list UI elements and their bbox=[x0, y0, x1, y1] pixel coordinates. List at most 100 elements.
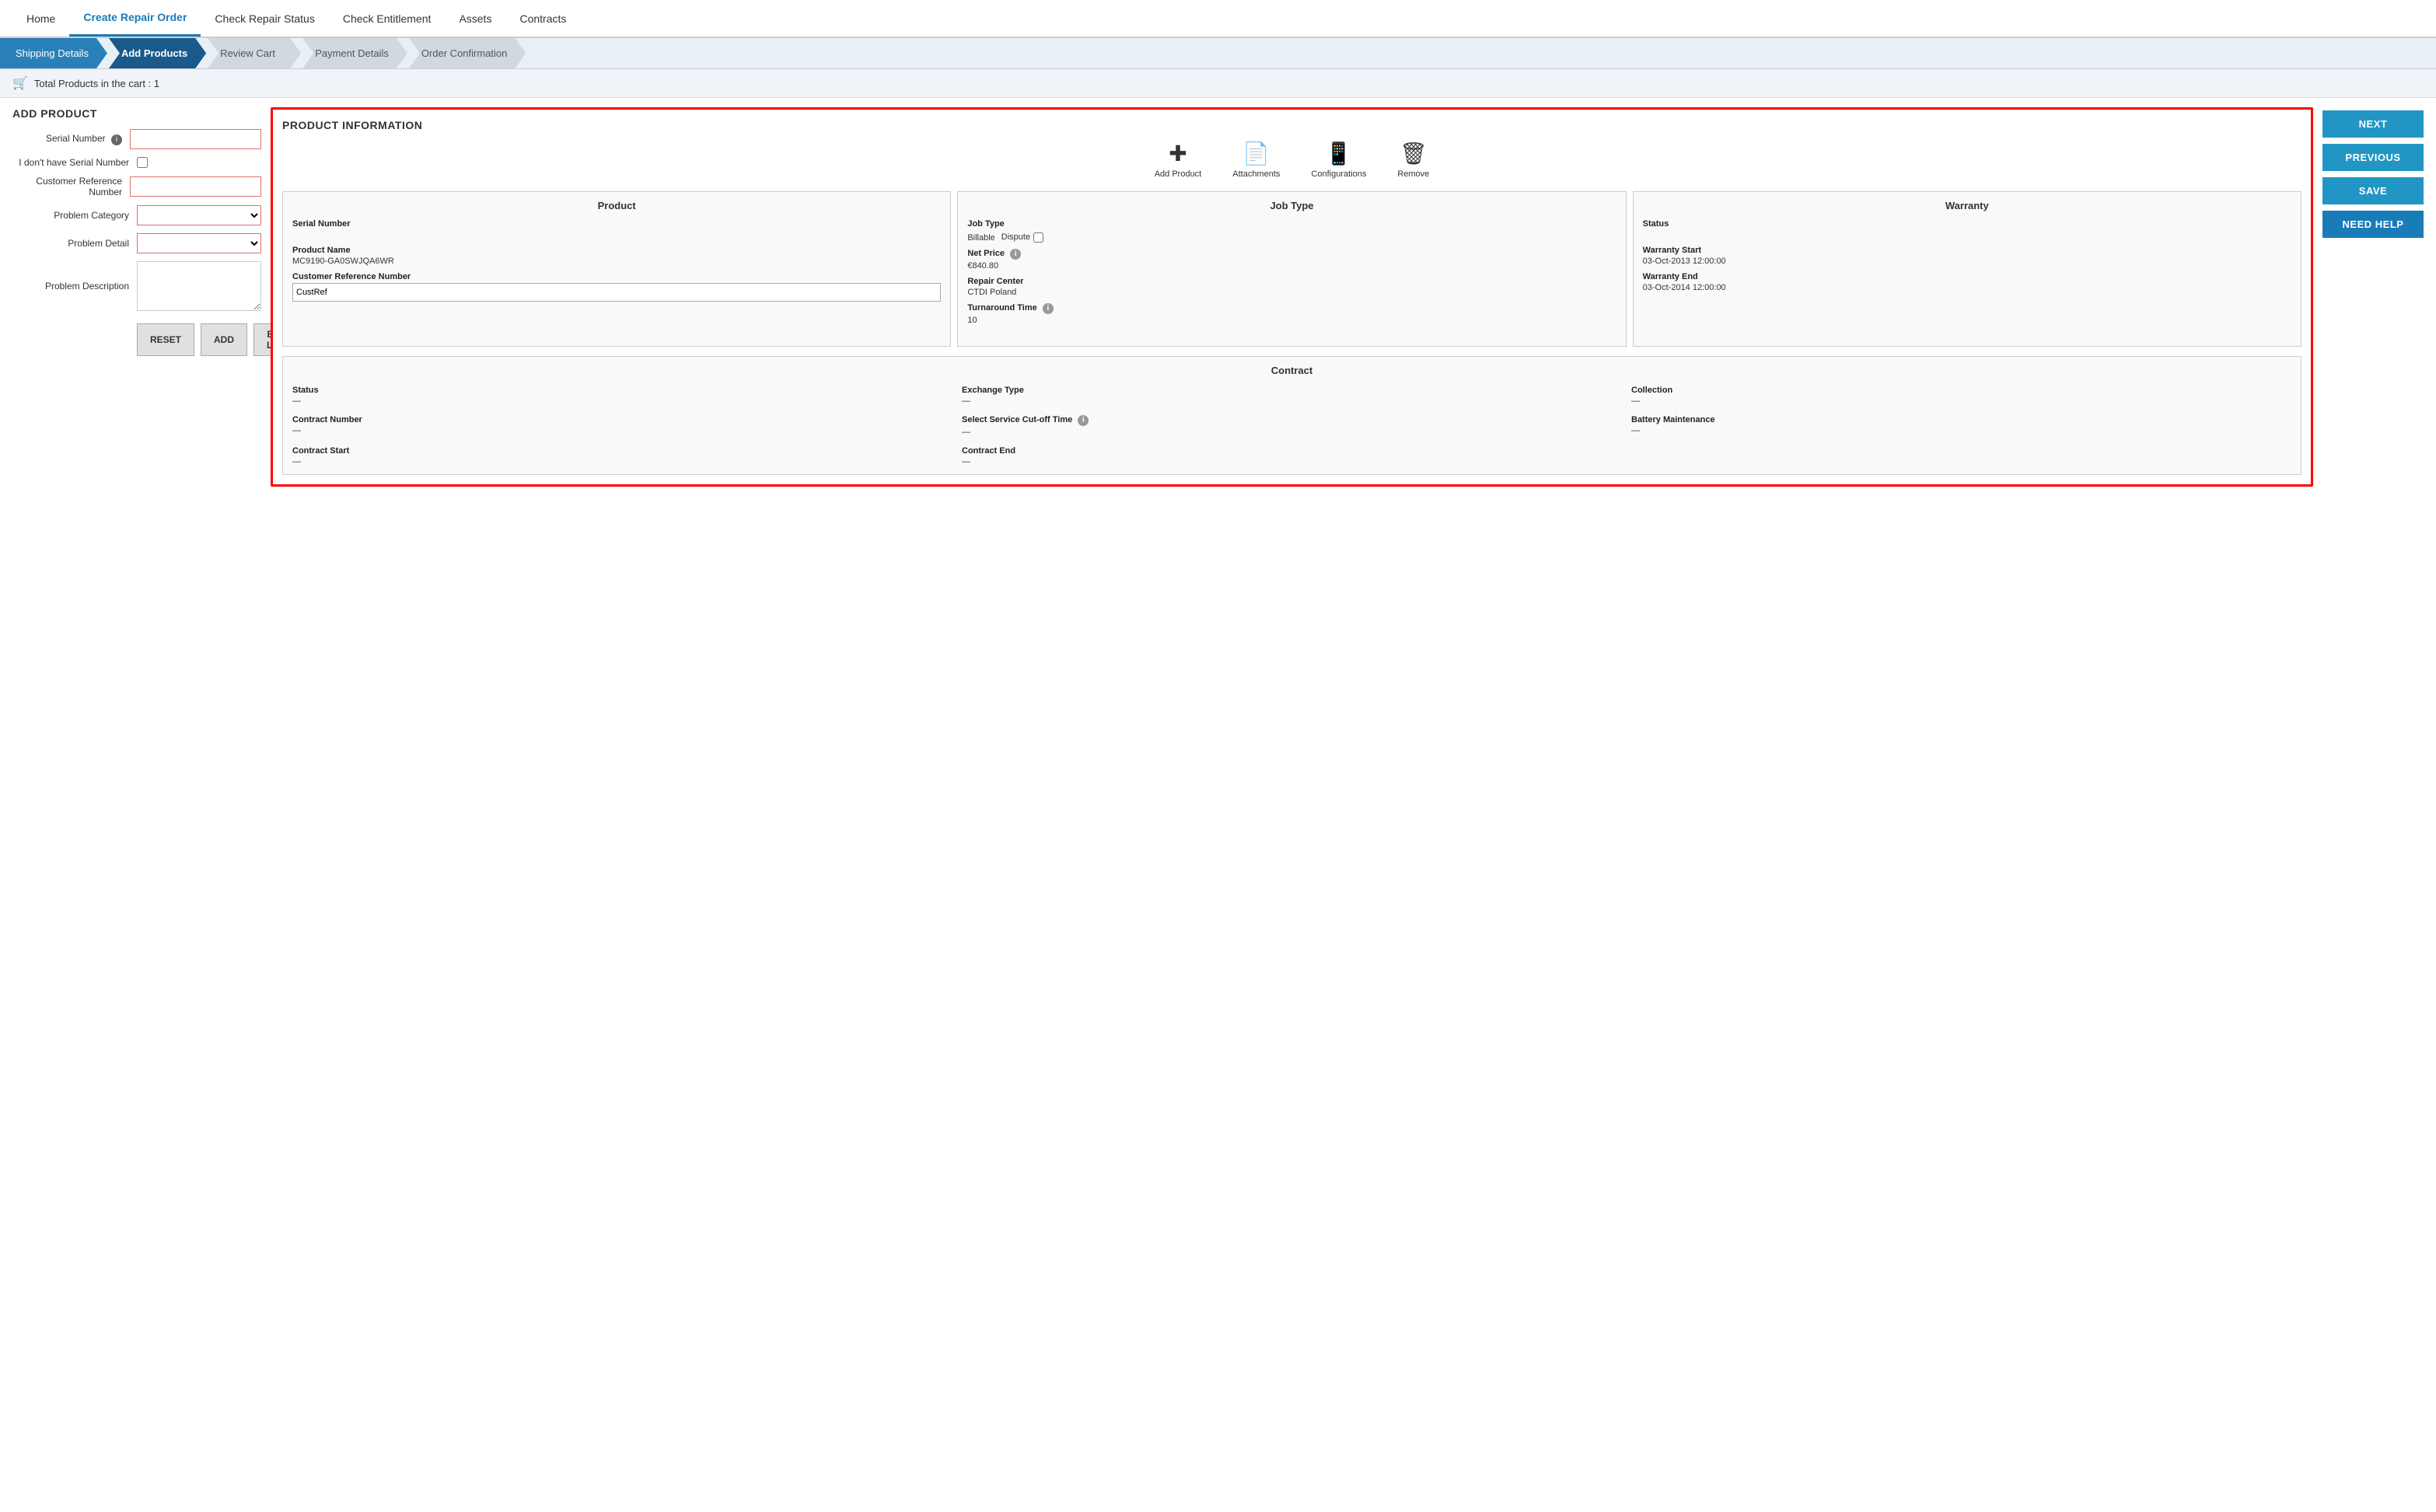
warranty-card-title: Warranty bbox=[1643, 200, 2291, 211]
attachments-action[interactable]: 📄 Attachments bbox=[1232, 141, 1280, 179]
turnaround-info-icon[interactable]: i bbox=[1043, 303, 1054, 314]
problem-category-select[interactable] bbox=[137, 205, 261, 225]
customer-ref-input[interactable] bbox=[130, 176, 261, 197]
job-type-value: Billable bbox=[967, 233, 994, 243]
cart-bar: 🛒 Total Products in the cart : 1 bbox=[0, 69, 2436, 98]
contract-collection-value: — bbox=[1631, 396, 2291, 406]
add-product-action-label: Add Product bbox=[1155, 169, 1202, 179]
problem-category-row: Problem Category bbox=[12, 205, 261, 225]
dispute-checkbox-row: Dispute bbox=[1001, 232, 1043, 243]
nav-check-repair-status[interactable]: Check Repair Status bbox=[201, 2, 328, 36]
save-button[interactable]: SAVE bbox=[2322, 177, 2424, 204]
configurations-action-label: Configurations bbox=[1311, 169, 1366, 179]
reset-button[interactable]: RESET bbox=[137, 323, 194, 356]
contract-grid: Status — Exchange Type — Collection — Co… bbox=[292, 386, 2291, 466]
next-button[interactable]: NEXT bbox=[2322, 110, 2424, 138]
step-shipping-details[interactable]: Shipping Details bbox=[0, 38, 107, 68]
contract-start-name: Contract Start bbox=[292, 446, 952, 456]
product-info-title: PRODUCT INFORMATION bbox=[282, 119, 2301, 131]
configurations-action[interactable]: 📱 Configurations bbox=[1311, 141, 1366, 179]
top-navigation: Home Create Repair Order Check Repair St… bbox=[0, 0, 2436, 38]
nav-assets[interactable]: Assets bbox=[445, 2, 505, 36]
add-product-icon: ✚ bbox=[1169, 141, 1187, 166]
contract-number-name: Contract Number bbox=[292, 415, 952, 424]
contract-battery-maintenance-field: Battery Maintenance — bbox=[1631, 415, 2291, 437]
net-price-field-value: €840.80 bbox=[967, 261, 1616, 271]
attachments-icon: 📄 bbox=[1242, 141, 1270, 166]
problem-description-row: Problem Description bbox=[12, 261, 261, 311]
warranty-end-field-name: Warranty End bbox=[1643, 272, 2291, 281]
remove-action[interactable]: 🗑 Remove bbox=[1397, 141, 1429, 179]
job-type-card: Job Type Job Type Billable Dispute Net P… bbox=[957, 191, 1626, 347]
contract-status-value: — bbox=[292, 396, 952, 406]
customer-ref-field-name: Customer Reference Number bbox=[292, 272, 941, 281]
job-type-row: Billable Dispute bbox=[967, 232, 1616, 243]
right-action-panel: NEXT PREVIOUS SAVE NEED HELP bbox=[2322, 107, 2424, 487]
contract-section: Contract Status — Exchange Type — Collec… bbox=[282, 356, 2301, 475]
need-help-button[interactable]: NEED HELP bbox=[2322, 211, 2424, 238]
contract-collection-name: Collection bbox=[1631, 386, 2291, 395]
add-button[interactable]: ADD bbox=[201, 323, 247, 356]
contract-start-field: Contract Start — bbox=[292, 446, 952, 466]
contract-start-value: — bbox=[292, 457, 952, 466]
step-payment-details[interactable]: Payment Details bbox=[302, 38, 407, 68]
problem-detail-row: Problem Detail bbox=[12, 233, 261, 253]
product-card-title: Product bbox=[292, 200, 941, 211]
contract-number-value: — bbox=[292, 426, 952, 435]
nav-home[interactable]: Home bbox=[12, 2, 69, 36]
serial-number-field-name: Serial Number bbox=[292, 219, 941, 229]
attachments-action-label: Attachments bbox=[1232, 169, 1280, 179]
net-price-field-name: Net Price i bbox=[967, 249, 1616, 260]
contract-end-name: Contract End bbox=[962, 446, 1622, 456]
problem-description-textarea[interactable] bbox=[137, 261, 261, 311]
nav-check-entitlement[interactable]: Check Entitlement bbox=[329, 2, 446, 36]
add-product-action[interactable]: ✚ Add Product bbox=[1155, 141, 1202, 179]
repair-center-field-value: CTDI Poland bbox=[967, 288, 1616, 297]
product-action-icons: ✚ Add Product 📄 Attachments 📱 Configurat… bbox=[282, 141, 2301, 179]
action-buttons: RESET ADD BULK LOAD bbox=[12, 323, 261, 356]
add-product-title: ADD PRODUCT bbox=[12, 107, 261, 120]
info-cards-grid: Product Serial Number Product Name MC919… bbox=[282, 191, 2301, 347]
problem-detail-select[interactable] bbox=[137, 233, 261, 253]
repair-center-field-name: Repair Center bbox=[967, 277, 1616, 286]
serial-number-info-icon[interactable]: i bbox=[111, 134, 122, 145]
job-type-field-name: Job Type bbox=[967, 219, 1616, 229]
serial-number-label: Serial Number i bbox=[12, 133, 130, 145]
serial-number-field-value bbox=[292, 230, 941, 239]
product-card: Product Serial Number Product Name MC919… bbox=[282, 191, 951, 347]
warranty-end-field-value: 03-Oct-2014 12:00:00 bbox=[1643, 283, 2291, 292]
product-name-field-value: MC9190-GA0SWJQA6WR bbox=[292, 257, 941, 266]
contract-battery-maintenance-value: — bbox=[1631, 426, 2291, 435]
contract-collection-field: Collection — bbox=[1631, 386, 2291, 406]
service-cutoff-info-icon[interactable]: i bbox=[1078, 415, 1089, 426]
no-serial-label: I don't have Serial Number bbox=[12, 157, 137, 168]
nav-create-repair-order[interactable]: Create Repair Order bbox=[69, 0, 201, 37]
cart-icon: 🛒 bbox=[12, 75, 28, 91]
warranty-card: Warranty Status Warranty Start 03-Oct-20… bbox=[1633, 191, 2301, 347]
step-order-confirmation[interactable]: Order Confirmation bbox=[409, 38, 526, 68]
dispute-label: Dispute bbox=[1001, 232, 1030, 242]
nav-contracts[interactable]: Contracts bbox=[505, 2, 580, 36]
contract-end-value: — bbox=[962, 457, 1622, 466]
previous-button[interactable]: PREVIOUS bbox=[2322, 144, 2424, 171]
net-price-info-icon[interactable]: i bbox=[1010, 249, 1021, 260]
contract-number-field: Contract Number — bbox=[292, 415, 952, 437]
contract-service-cutoff-field: Select Service Cut-off Time i — bbox=[962, 415, 1622, 437]
serial-number-input[interactable] bbox=[130, 129, 261, 149]
warranty-status-field-name: Status bbox=[1643, 219, 2291, 229]
contract-status-name: Status bbox=[292, 386, 952, 395]
step-review-cart[interactable]: Review Cart bbox=[208, 38, 301, 68]
warranty-start-field-name: Warranty Start bbox=[1643, 246, 2291, 255]
customer-ref-field-input[interactable] bbox=[292, 283, 941, 302]
serial-number-row: Serial Number i bbox=[12, 129, 261, 149]
contract-battery-maintenance-name: Battery Maintenance bbox=[1631, 415, 2291, 424]
cart-total-text: Total Products in the cart : 1 bbox=[34, 78, 159, 89]
dispute-checkbox[interactable] bbox=[1033, 232, 1043, 243]
step-add-products[interactable]: Add Products bbox=[109, 38, 206, 68]
warranty-status-field-value bbox=[1643, 230, 2291, 239]
problem-category-label: Problem Category bbox=[12, 210, 137, 221]
job-type-card-title: Job Type bbox=[967, 200, 1616, 211]
contract-service-cutoff-name: Select Service Cut-off Time i bbox=[962, 415, 1622, 426]
no-serial-checkbox[interactable] bbox=[137, 157, 148, 168]
problem-detail-label: Problem Detail bbox=[12, 238, 137, 249]
